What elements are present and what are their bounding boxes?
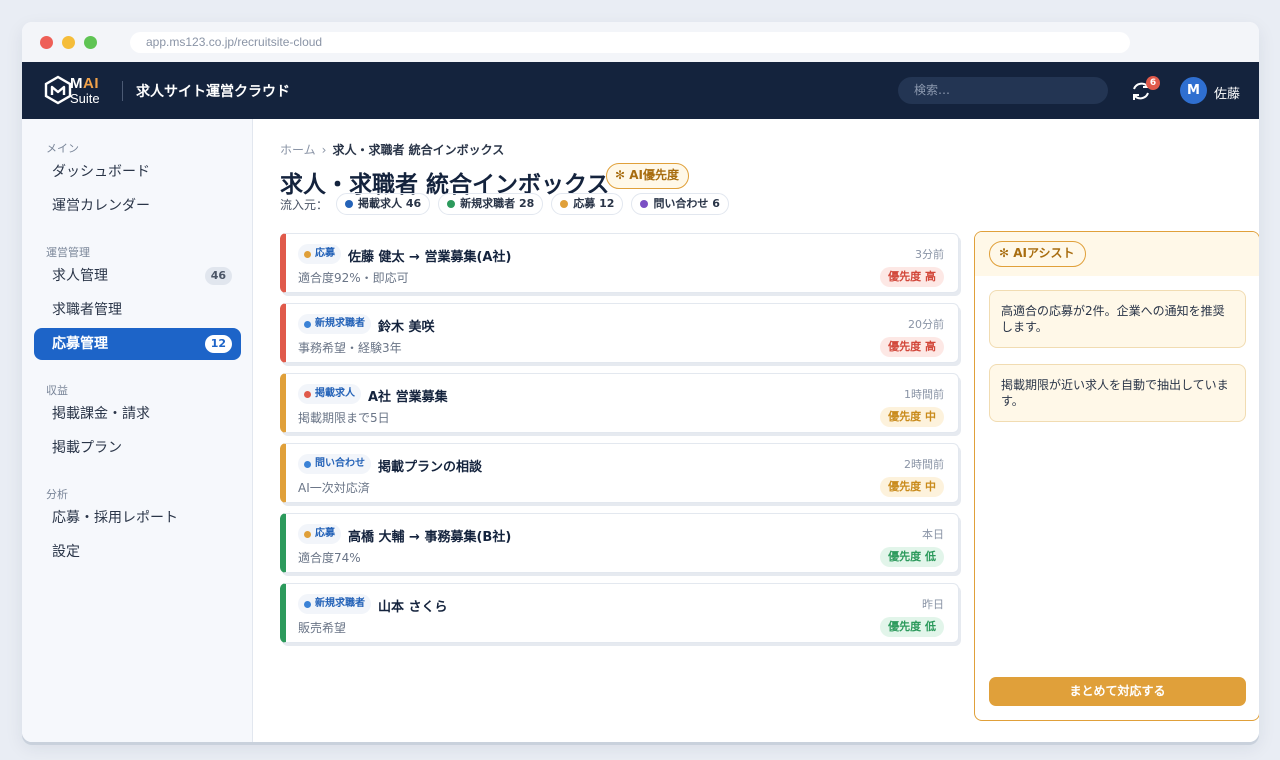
sidebar-item-dashboard[interactable]: ダッシュボード — [34, 156, 241, 188]
inbox-card[interactable]: 応募 高橋 大輔 → 事務募集(B社) 適合度74% 本日 優先度 低 — [280, 513, 959, 573]
search-input[interactable]: 検索… — [898, 77, 1108, 104]
card-subtitle: 販売希望 — [298, 621, 347, 635]
card-subtitle: AI一次対応済 — [298, 481, 370, 495]
card-title: A社 営業募集 — [368, 390, 448, 405]
card-title: 鈴木 美咲 — [378, 320, 435, 335]
sparkle-icon: ✻ — [999, 246, 1010, 260]
dot-icon — [304, 600, 311, 608]
card-title: 掲載プランの相談 — [378, 460, 483, 475]
source-chip-jobs[interactable]: 掲載求人 46 — [336, 193, 431, 215]
ai-assist-panel: ✻ AIアシスト 高適合の応募が2件。企業への通知を推奨します。 掲載期限が近い… — [974, 231, 1259, 721]
sidebar-section-main: メイン — [46, 142, 79, 155]
logo-icon — [44, 75, 72, 105]
app-title: 求人サイト運営クラウド — [136, 84, 290, 100]
browser-window: app.ms123.co.jp/recruitsite-cloud MAI Su… — [22, 22, 1259, 742]
priority-badge: 優先度 低 — [880, 617, 944, 637]
card-subtitle: 適合度74% — [298, 551, 361, 565]
breadcrumb-separator: › — [321, 143, 327, 157]
maximize-window-button[interactable] — [84, 36, 97, 49]
ai-message: 掲載期限が近い求人を自動で抽出しています。 — [989, 364, 1246, 422]
card-type-tag: 新規求職者 — [298, 314, 371, 334]
sidebar-item-plans[interactable]: 掲載プラン — [34, 432, 241, 464]
logo-wordmark: MAI Suite — [70, 75, 100, 106]
minimize-window-button[interactable] — [62, 36, 75, 49]
card-type-tag: 応募 — [298, 524, 341, 544]
inbox-card[interactable]: 応募 佐藤 健太 → 営業募集(A社) 適合度92%・即応可 3分前 優先度 高 — [280, 233, 959, 293]
card-type-tag: 応募 — [298, 244, 341, 264]
sidebar-section-revenue: 収益 — [46, 384, 68, 397]
card-timestamp: 本日 — [922, 528, 944, 541]
priority-badge: 優先度 中 — [880, 477, 944, 497]
card-title: 高橋 大輔 → 事務募集(B社) — [348, 530, 512, 545]
main-content: ホーム › 求人・求職者 統合インボックス 求人・求職者 統合インボックス ✻ AI… — [254, 119, 1259, 742]
breadcrumb-home[interactable]: ホーム — [280, 143, 316, 157]
dot-icon — [640, 200, 649, 208]
notification-badge: 6 — [1146, 76, 1160, 90]
priority-badge: 優先度 高 — [880, 267, 944, 287]
dot-icon — [304, 390, 311, 398]
sparkle-icon: ✻ — [615, 168, 626, 182]
sidebar: メイン ダッシュボード 運営カレンダー 運営管理 求人管理 46 求職者管理 応募… — [22, 119, 253, 742]
source-chip-seekers[interactable]: 新規求職者 28 — [438, 193, 544, 215]
bulk-action-button[interactable]: まとめて対応する — [989, 677, 1246, 706]
sidebar-section-operations: 運営管理 — [46, 246, 90, 259]
inbox-card[interactable]: 新規求職者 鈴木 美咲 事務希望・経験3年 20分前 優先度 高 — [280, 303, 959, 363]
source-chip-inquiries[interactable]: 問い合わせ 6 — [631, 193, 729, 215]
card-title: 山本 さくら — [378, 600, 448, 615]
avatar[interactable]: M — [1180, 77, 1207, 104]
card-subtitle: 掲載期限まで5日 — [298, 411, 390, 425]
sidebar-item-reports[interactable]: 応募・採用レポート — [34, 502, 241, 534]
dot-icon — [304, 320, 311, 328]
inbox-card[interactable]: 掲載求人 A社 営業募集 掲載期限まで5日 1時間前 優先度 中 — [280, 373, 959, 433]
inbox-card[interactable]: 問い合わせ 掲載プランの相談 AI一次対応済 2時間前 優先度 中 — [280, 443, 959, 503]
card-type-tag: 掲載求人 — [298, 384, 361, 404]
ai-message: 高適合の応募が2件。企業への通知を推奨します。 — [989, 290, 1246, 348]
card-timestamp: 20分前 — [908, 318, 944, 331]
sidebar-item-applications[interactable]: 応募管理 12 — [34, 328, 241, 360]
sidebar-section-analytics: 分析 — [46, 488, 68, 501]
dot-icon — [345, 200, 354, 208]
sidebar-item-billing[interactable]: 掲載課金・請求 — [34, 398, 241, 430]
breadcrumb-current: 求人・求職者 統合インボックス — [332, 143, 505, 157]
priority-badge: 優先度 高 — [880, 337, 944, 357]
app-header: MAI Suite 求人サイト運営クラウド 検索… 6 M 佐藤 — [22, 62, 1259, 119]
url-bar[interactable]: app.ms123.co.jp/recruitsite-cloud — [130, 32, 1130, 53]
card-type-tag: 新規求職者 — [298, 594, 371, 614]
priority-badge: 優先度 低 — [880, 547, 944, 567]
card-timestamp: 3分前 — [915, 248, 944, 261]
card-timestamp: 1時間前 — [904, 388, 944, 401]
source-chip-applications[interactable]: 応募 12 — [551, 193, 624, 215]
header-divider — [122, 81, 123, 101]
card-timestamp: 2時間前 — [904, 458, 944, 471]
sidebar-item-calendar[interactable]: 運営カレンダー — [34, 190, 241, 222]
dot-icon — [447, 200, 456, 208]
card-subtitle: 適合度92%・即応可 — [298, 271, 409, 285]
card-title: 佐藤 健太 → 営業募集(A社) — [348, 250, 512, 265]
ai-assist-header: ✻ AIアシスト — [975, 232, 1259, 276]
sources-label: 流入元： — [280, 197, 329, 212]
ai-assist-title: ✻ AIアシスト — [989, 241, 1086, 267]
ai-priority-badge[interactable]: ✻ AI優先度 — [606, 163, 690, 189]
priority-badge: 優先度 中 — [880, 407, 944, 427]
user-name[interactable]: 佐藤 — [1214, 83, 1240, 102]
breadcrumb: ホーム › 求人・求職者 統合インボックス — [280, 141, 504, 158]
count-badge: 12 — [204, 335, 232, 353]
dot-icon — [304, 460, 311, 468]
card-subtitle: 事務希望・経験3年 — [298, 341, 402, 355]
sidebar-item-settings[interactable]: 設定 — [34, 536, 241, 568]
card-timestamp: 昨日 — [922, 598, 944, 611]
dot-icon — [304, 530, 311, 538]
card-type-tag: 問い合わせ — [298, 454, 371, 474]
inbox-card[interactable]: 新規求職者 山本 さくら 販売希望 昨日 優先度 低 — [280, 583, 959, 643]
source-filter-bar: 流入元： 掲載求人 46 新規求職者 28 応募 12 問い合わせ 6 — [280, 193, 729, 215]
browser-titlebar: app.ms123.co.jp/recruitsite-cloud — [22, 22, 1259, 62]
count-badge: 46 — [204, 267, 232, 285]
close-window-button[interactable] — [40, 36, 53, 49]
dot-icon — [560, 200, 569, 208]
sidebar-item-seekers[interactable]: 求職者管理 — [34, 294, 241, 326]
sidebar-item-jobs[interactable]: 求人管理 46 — [34, 260, 241, 292]
dot-icon — [304, 250, 311, 258]
